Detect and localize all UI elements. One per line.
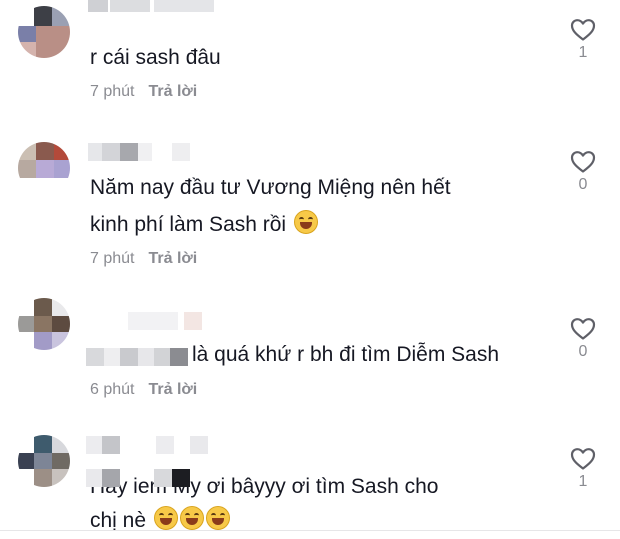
like-count: 0 [578,176,588,193]
comment-text: chị nè [90,503,230,539]
avatar[interactable] [18,142,70,194]
like-button[interactable]: 1 [568,18,598,62]
heart-outline-icon [570,151,596,173]
username-blurred[interactable] [86,436,208,454]
username-blurred[interactable] [88,0,228,12]
like-count: 0 [578,343,588,360]
like-count: 1 [578,44,588,61]
like-count: 1 [578,473,588,490]
reply-button[interactable]: Trả lời [148,83,197,100]
avatar[interactable] [18,435,70,487]
reply-button[interactable]: Trả lời [148,381,197,398]
comment-meta: 7 phút Trả lời [90,250,197,268]
like-button[interactable]: 1 [568,447,598,491]
username-blurred[interactable] [88,312,208,330]
grinning-squinting-face-icon [153,506,178,530]
heart-outline-icon [570,448,596,470]
divider [0,530,620,531]
comment-meta: 6 phút Trả lời [90,381,197,399]
username-blurred[interactable] [86,469,192,487]
comment-text-line: kinh phí làm Sash rồi [90,213,287,236]
comment-time: 7 phút [90,83,135,100]
grinning-squinting-face-icon [293,210,318,234]
reply-button[interactable]: Trả lời [148,250,197,267]
comment-time: 7 phút [90,250,135,267]
comment-text: Năm nay đầu tư Vương Miệng nên hết [90,170,451,206]
comment-text: r cái sash đâu [90,46,221,69]
comment-time: 6 phút [90,381,135,398]
comment-text-line: chị nè [90,509,147,532]
comment-text: là quá khứ r bh đi tìm Diễm Sash [192,343,500,366]
grinning-squinting-face-icon [179,506,204,530]
like-button[interactable]: 0 [568,150,598,194]
username-blurred[interactable] [86,348,192,366]
comment-text-line: Năm nay đầu tư Vương Miệng nên hết [90,176,451,199]
username-blurred[interactable] [88,143,198,161]
comment-text: kinh phí làm Sash rồi [90,207,318,243]
grinning-squinting-face-icon [205,506,230,530]
avatar[interactable] [18,6,70,58]
like-button[interactable]: 0 [568,317,598,361]
heart-outline-icon [570,318,596,340]
heart-outline-icon [570,19,596,41]
avatar[interactable] [18,298,70,350]
comment-meta: 7 phút Trả lời [90,83,197,101]
